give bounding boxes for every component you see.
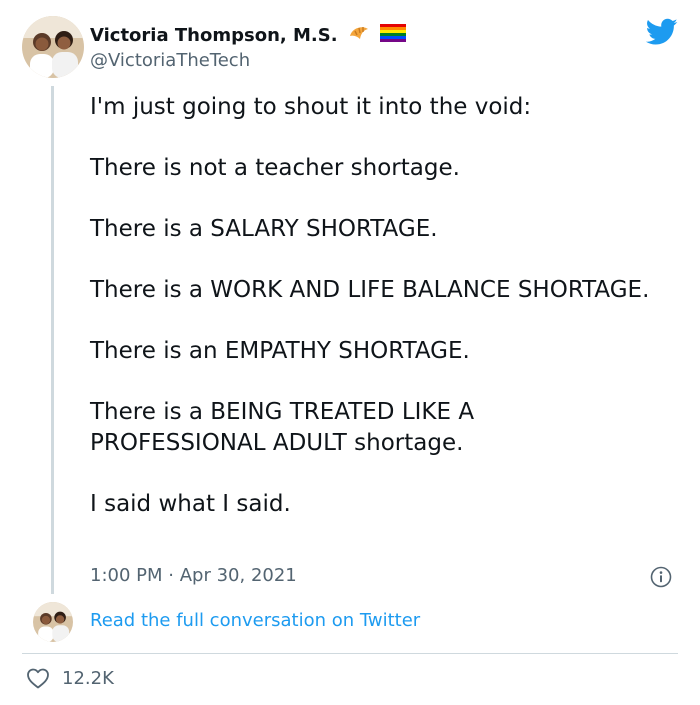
heart-icon (27, 668, 49, 689)
rainbow-flag-emoji-icon (379, 24, 406, 46)
tweet-date: Apr 30, 2021 (179, 565, 297, 586)
tweet-paragraph: I said what I said. (90, 491, 291, 517)
author-handle[interactable]: @VictoriaTheTech (90, 50, 250, 71)
tweet-timestamp[interactable]: 1:00 PM · Apr 30, 2021 (90, 565, 297, 586)
like-count: 12.2K (62, 667, 114, 689)
tweet-paragraph: There is not a teacher shortage. (90, 155, 460, 181)
read-full-conversation-link[interactable]: Read the full conversation on Twitter (90, 610, 420, 631)
author-name-row: Victoria Thompson, M.S. (90, 22, 406, 48)
twitter-logo-icon[interactable] (646, 18, 678, 46)
croissant-emoji-icon (348, 23, 370, 47)
author-avatar[interactable] (22, 16, 84, 78)
author-display-name[interactable]: Victoria Thompson, M.S. (90, 25, 338, 46)
thread-connector-line (51, 86, 54, 594)
divider (22, 653, 678, 654)
tweet-paragraph: I'm just going to shout it into the void… (90, 94, 532, 120)
tweet-paragraph: There is a SALARY SHORTAGE. (90, 216, 438, 242)
tweet-paragraph: There is an EMPATHY SHORTAGE. (90, 338, 470, 364)
like-button[interactable]: 12.2K (26, 667, 114, 689)
tweet-paragraph: There is a BEING TREATED LIKE A PROFESSI… (90, 399, 475, 456)
tweet-time: 1:00 PM (90, 565, 163, 586)
timestamp-separator: · (168, 565, 174, 586)
tweet-body: I'm just going to shout it into the void… (90, 92, 650, 520)
tweet-paragraph: There is a WORK AND LIFE BALANCE SHORTAG… (90, 277, 650, 303)
info-icon[interactable] (650, 566, 672, 588)
author-avatar-small[interactable] (33, 602, 73, 642)
